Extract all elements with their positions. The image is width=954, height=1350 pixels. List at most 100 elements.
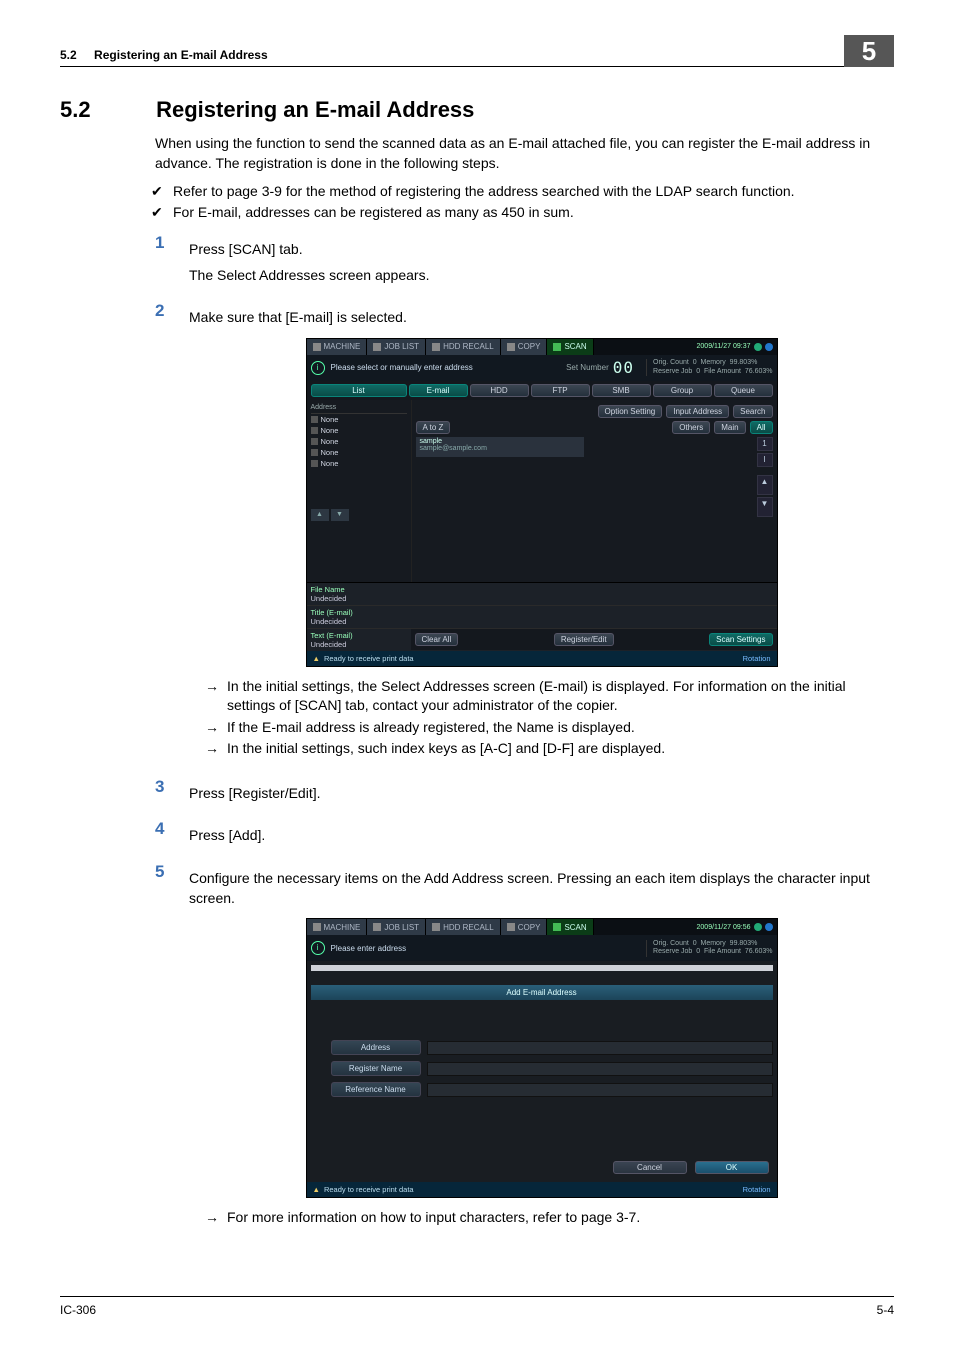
option-setting-button[interactable]: Option Setting <box>598 405 663 418</box>
running-header: 5.2 Registering an E-mail Address 5 <box>60 38 894 67</box>
status-dot-icon <box>754 923 762 931</box>
help-dot-icon[interactable] <box>765 343 773 351</box>
search-button[interactable]: Search <box>733 405 772 418</box>
step-text: Press [SCAN] tab. <box>189 239 894 259</box>
step-5: 5 Configure the necessary items on the A… <box>155 862 894 1236</box>
tab-copy[interactable]: COPY <box>501 919 548 935</box>
type-tab-ftp[interactable]: FTP <box>531 384 590 397</box>
step-number: 4 <box>155 819 189 851</box>
machine-icon <box>313 923 321 931</box>
tab-copy[interactable]: COPY <box>501 339 548 355</box>
arrow-note: For more information on how to input cha… <box>227 1208 894 1228</box>
list-button[interactable]: List <box>311 384 407 397</box>
copy-icon <box>507 923 515 931</box>
arrow-note: In the initial settings, such index keys… <box>227 739 894 759</box>
cancel-button[interactable]: Cancel <box>613 1161 687 1174</box>
ok-button[interactable]: OK <box>695 1161 769 1174</box>
address-input[interactable] <box>427 1041 773 1055</box>
address-side-panel: Address None None None None None ▲ ▼ <box>307 400 412 582</box>
step-number: 3 <box>155 777 189 809</box>
step-text: Make sure that [E-mail] is selected. <box>189 307 894 327</box>
reference-name-field-button[interactable]: Reference Name <box>331 1082 421 1097</box>
check-item: Refer to page 3-9 for the method of regi… <box>173 182 894 202</box>
step-after-text: The Select Addresses screen appears. <box>189 265 894 285</box>
clear-all-button[interactable]: Clear All <box>415 633 459 646</box>
input-address-button[interactable]: Input Address <box>666 405 729 418</box>
header-section-title: Registering an E-mail Address <box>94 48 268 62</box>
rotation-label: Rotation <box>743 1185 771 1194</box>
list-icon <box>373 923 381 931</box>
scroll-down-button[interactable]: ▼ <box>757 497 773 517</box>
scroll-up-button[interactable]: ▲ <box>757 475 773 495</box>
step-text: Press [Register/Edit]. <box>189 783 894 803</box>
addr-type-icon <box>311 438 318 445</box>
type-tab-hdd[interactable]: HDD <box>470 384 529 397</box>
section-heading-text: Registering an E-mail Address <box>156 97 474 122</box>
section-number: 5.2 <box>60 97 150 123</box>
step-4: 4 Press [Add]. <box>155 819 894 851</box>
addr-type-icon <box>311 460 318 467</box>
timestamp: 2009/11/27 09:37 <box>693 339 777 355</box>
type-tab-smb[interactable]: SMB <box>592 384 651 397</box>
machine-icon <box>313 343 321 351</box>
type-tab-queue[interactable]: Queue <box>714 384 773 397</box>
scan-settings-button[interactable]: Scan Settings <box>709 633 772 646</box>
side-up-button[interactable]: ▲ <box>311 509 329 521</box>
address-field-button[interactable]: Address <box>331 1040 421 1055</box>
register-name-field-button[interactable]: Register Name <box>331 1061 421 1076</box>
header-section-number: 5.2 <box>60 48 77 62</box>
hdd-icon <box>432 923 440 931</box>
register-edit-button[interactable]: Register/Edit <box>554 633 614 646</box>
side-down-button[interactable]: ▼ <box>331 509 349 521</box>
copy-icon <box>507 343 515 351</box>
side-header: Address <box>311 402 407 414</box>
tab-machine[interactable]: MACHINE <box>307 919 368 935</box>
footer-right: 5-4 <box>877 1303 894 1317</box>
address-entry[interactable]: sample sample@sample.com <box>416 437 584 457</box>
tab-scan[interactable]: SCAN <box>547 919 593 935</box>
filter-atoz-button[interactable]: A to Z <box>416 421 451 434</box>
info-icon: i <box>311 361 325 375</box>
addr-type-icon <box>311 427 318 434</box>
set-number-value: 00 <box>613 358 634 377</box>
rotation-label: Rotation <box>743 654 771 663</box>
title-email-field[interactable]: Title (E-mail) Undecided <box>307 606 777 629</box>
step-text: Press [Add]. <box>189 825 894 845</box>
intro-paragraph: When using the function to send the scan… <box>155 133 894 174</box>
tab-machine[interactable]: MACHINE <box>307 339 368 355</box>
step2-notes: In the initial settings, the Select Addr… <box>209 677 894 759</box>
tab-hddrecall[interactable]: HDD RECALL <box>426 919 501 935</box>
warning-icon: ▲ <box>313 654 320 663</box>
filter-all-button[interactable]: All <box>750 421 773 434</box>
reference-name-input[interactable] <box>427 1083 773 1097</box>
filter-others-button[interactable]: Others <box>672 421 710 434</box>
tab-hddrecall[interactable]: HDD RECALL <box>426 339 501 355</box>
set-number-label: Set Number <box>566 363 609 372</box>
register-name-input[interactable] <box>427 1062 773 1076</box>
step-1: 1 Press [SCAN] tab. The Select Addresses… <box>155 233 894 292</box>
filter-main-button[interactable]: Main <box>714 421 745 434</box>
tab-scan[interactable]: SCAN <box>547 339 593 355</box>
toggle-1-button[interactable]: 1 <box>757 437 773 451</box>
check-list: Refer to page 3-9 for the method of regi… <box>155 182 894 223</box>
text-email-field[interactable]: Text (E-mail) Undecided <box>307 629 411 651</box>
file-name-field[interactable]: File Name Undecided <box>307 583 777 606</box>
scan-icon <box>553 343 561 351</box>
addr-type-icon <box>311 449 318 456</box>
type-tab-group[interactable]: Group <box>653 384 712 397</box>
step-number: 1 <box>155 233 189 292</box>
help-dot-icon[interactable] <box>765 923 773 931</box>
status-bar: ▲ Ready to receive print data Rotation <box>307 651 777 666</box>
chapter-tab: 5 <box>844 35 894 67</box>
step-number: 2 <box>155 301 189 767</box>
tab-joblist[interactable]: JOB LIST <box>367 919 426 935</box>
tab-joblist[interactable]: JOB LIST <box>367 339 426 355</box>
step5-notes: For more information on how to input cha… <box>209 1208 894 1228</box>
type-tab-email[interactable]: E-mail <box>409 384 468 397</box>
toggle-i-button[interactable]: I <box>757 453 773 467</box>
meter-panel: Orig. Count 0 Memory 99.803% Reserve Job… <box>646 359 772 376</box>
info-icon: i <box>311 941 325 955</box>
addr-type-icon <box>311 416 318 423</box>
page-footer: IC-306 5-4 <box>60 1296 894 1317</box>
check-item: For E-mail, addresses can be registered … <box>173 203 894 223</box>
